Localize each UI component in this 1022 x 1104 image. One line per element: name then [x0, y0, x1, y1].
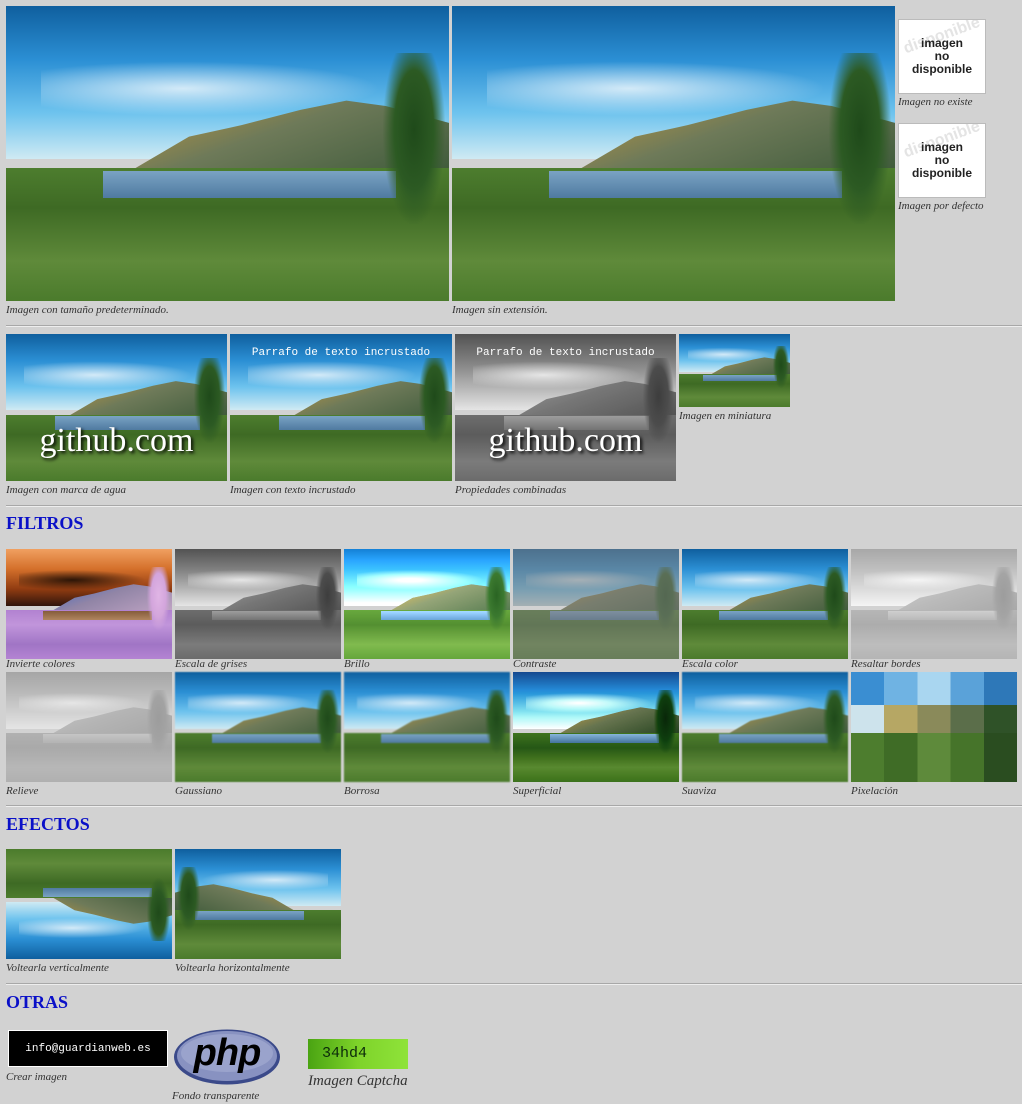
combined-properties-image: Parrafo de texto incrustado github.com — [455, 334, 676, 481]
embedded-text-image: Parrafo de texto incrustado — [230, 334, 452, 481]
filter-brightness-image — [344, 549, 510, 659]
caption-no-extension: Imagen sin extensión. — [452, 304, 548, 316]
caption-filter-emboss: Relieve — [6, 785, 39, 797]
caption-transparent-background: Fondo transparente — [172, 1090, 260, 1102]
caption-filter-grayscale: Escala de grises — [175, 658, 248, 670]
filter-emboss-image — [6, 672, 172, 782]
filter-colorize-image — [682, 549, 848, 659]
filter-pixelate-image — [851, 672, 1017, 782]
caption-filter-contrast: Contraste — [513, 658, 557, 670]
caption-filter-edge-detect: Resaltar bordes — [851, 658, 921, 670]
filter-contrast-image — [513, 549, 679, 659]
caption-captcha: Imagen Captcha — [308, 1073, 408, 1089]
caption-image-not-exists: Imagen no existe — [898, 96, 973, 108]
landscape-image-default-size — [6, 6, 449, 301]
section-heading-efectos: EFECTOS — [6, 814, 90, 834]
image-default-placeholder: disponible imagen no disponible — [898, 123, 986, 198]
embedded-text-combined: Parrafo de texto incrustado — [476, 347, 655, 359]
filter-grayscale-image — [175, 549, 341, 659]
filter-invert-image — [6, 549, 172, 659]
effect-flip-vertical-image — [6, 849, 172, 959]
embedded-text: Parrafo de texto incrustado — [251, 347, 431, 359]
divider — [6, 505, 1022, 507]
divider — [6, 983, 1022, 985]
filter-smooth-image — [682, 672, 848, 782]
image-not-available-placeholder: disponible imagen no disponible — [898, 19, 986, 94]
caption-embedded-text: Imagen con texto incrustado — [230, 484, 356, 496]
filter-sketch-image — [513, 672, 679, 782]
caption-filter-invert: Invierte colores — [6, 658, 75, 670]
captcha-text: 34hd4 — [322, 1045, 368, 1062]
caption-filter-pixelate: Pixelación — [851, 785, 899, 797]
landscape-image-no-extension — [452, 6, 895, 301]
caption-thumbnail: Imagen en miniatura — [679, 410, 772, 422]
caption-filter-smooth: Suaviza — [682, 785, 717, 797]
caption-watermark: Imagen con marca de agua — [6, 484, 126, 496]
section-heading-filtros: FILTROS — [6, 513, 84, 533]
caption-filter-gaussian: Gaussiano — [175, 785, 223, 797]
caption-combined: Propiedades combinadas — [455, 484, 567, 496]
captcha-image: 34hd4 — [308, 1039, 408, 1069]
caption-default-size: Imagen con tamaño predeterminado. — [6, 304, 169, 316]
email-image-text: info@guardianweb.es — [25, 1042, 151, 1055]
caption-default-image: Imagen por defecto — [898, 200, 984, 212]
caption-filter-sketch: Superficial — [513, 785, 562, 797]
section-heading-otras: OTRAS — [6, 992, 69, 1012]
filter-gaussian-image — [175, 672, 341, 782]
caption-flip-horizontal: Voltearla horizontalmente — [175, 962, 290, 974]
watermark-text: github.com — [39, 422, 194, 459]
effect-flip-horizontal-image — [175, 849, 341, 959]
filter-blur-image — [344, 672, 510, 782]
caption-filter-brightness: Brillo — [344, 658, 370, 670]
caption-filter-blur: Borrosa — [344, 785, 380, 797]
caption-filter-colorize: Escala color — [682, 658, 738, 670]
php-logo: php — [172, 1028, 282, 1086]
caption-create-image: Crear imagen — [6, 1071, 68, 1083]
divider — [6, 805, 1022, 807]
watermark-image: github.com — [6, 334, 227, 481]
watermark-text-combined: github.com — [488, 422, 643, 459]
thumbnail-image — [679, 334, 790, 407]
caption-flip-vertical: Voltearla verticalmente — [6, 962, 109, 974]
php-logo-text: php — [193, 1032, 262, 1074]
filter-edge-detect-image — [851, 549, 1017, 659]
email-text-image: info@guardianweb.es — [8, 1030, 168, 1067]
divider — [6, 325, 1022, 327]
